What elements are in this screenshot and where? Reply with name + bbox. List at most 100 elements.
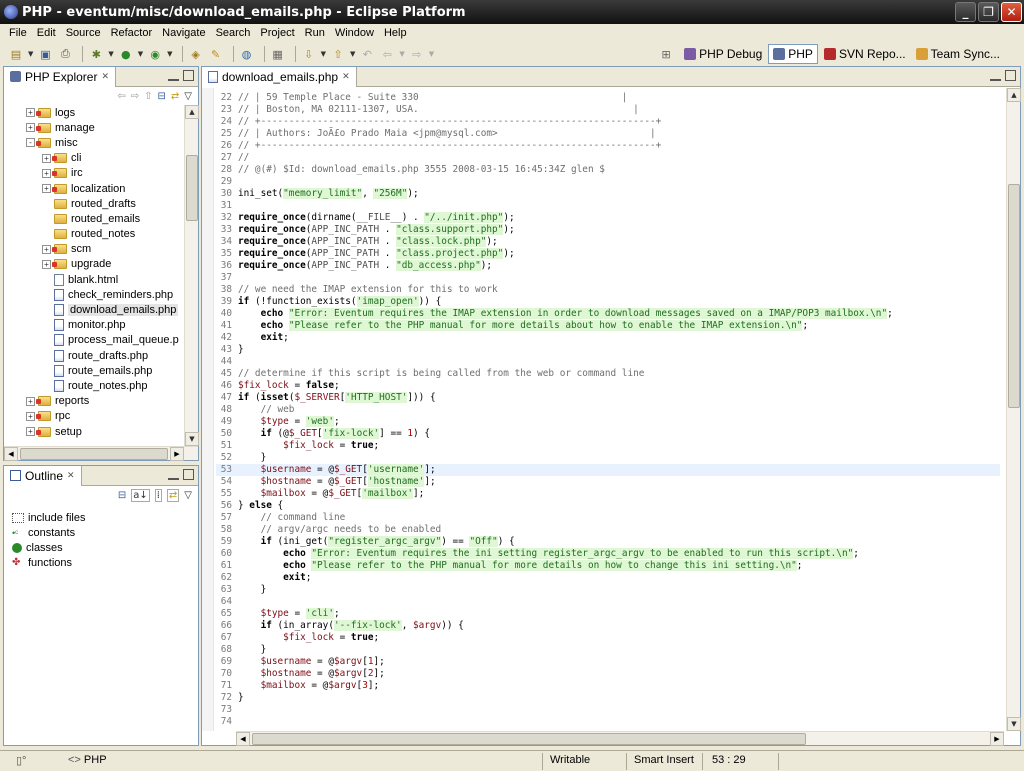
code-line[interactable]: 34 require_once(APP_INC_PATH . "class.loc… [216,236,1000,248]
code-line[interactable]: 29 [216,176,1000,188]
scroll-right-button[interactable]: ▶ [170,447,184,461]
tree-item-scm[interactable]: + scm [4,242,184,257]
menu-source[interactable]: Source [61,27,106,39]
tree-item-process-mail-queue-p[interactable]: process_mail_queue.p [4,333,184,348]
menu-refactor[interactable]: Refactor [106,27,158,39]
outline-item-constants[interactable]: •ᶜ constants [12,525,85,540]
new-icon[interactable]: ▤ [8,46,24,62]
collapse-icon[interactable]: - [26,138,35,148]
outline-item-functions[interactable]: ✤ functions [12,555,85,570]
tree-item-upgrade[interactable]: + upgrade [4,257,184,272]
tree-item-manage[interactable]: + manage [4,120,184,135]
minimize-button[interactable]: _ [955,2,976,22]
expand-icon[interactable]: + [26,123,35,133]
tree-item-rpc[interactable]: + rpc [4,409,184,424]
explorer-vertical-scrollbar[interactable]: ▲ ▼ [184,105,199,446]
code-line[interactable]: 37 [216,272,1000,284]
menu-project[interactable]: Project [255,27,299,39]
tree-item-routed-emails[interactable]: routed_emails [4,211,184,226]
expand-icon[interactable]: + [42,184,51,194]
debug-icon[interactable]: ✱ [88,46,104,62]
perspective-php-debug[interactable]: PHP Debug [680,45,766,63]
editor-vertical-scrollbar[interactable]: ▲ ▼ [1006,88,1021,731]
code-line[interactable]: 35 require_once(APP_INC_PATH . "class.pro… [216,248,1000,260]
view-menu-icon[interactable]: ▽ [184,490,192,501]
scroll-thumb[interactable] [1008,184,1020,408]
code-line[interactable]: 31 [216,200,1000,212]
code-line[interactable]: 51 $fix_lock = true; [216,440,1000,452]
minimize-view-icon[interactable] [168,70,179,81]
view-menu-icon[interactable]: ▽ [184,91,192,102]
menu-search[interactable]: Search [211,27,256,39]
tree-item-blank-html[interactable]: blank.html [4,272,184,287]
minimize-view-icon[interactable] [168,469,179,480]
perspective-team-sync[interactable]: Team Sync... [912,45,1004,63]
code-line[interactable]: 59 if (ini_get("register_argc_argv") == … [216,536,1000,548]
code-line[interactable]: 48 // web [216,404,1000,416]
code-line[interactable]: 66 if (in_array('--fix-lock', $argv)) { [216,620,1000,632]
run-icon[interactable]: ● [118,46,134,62]
expand-icon[interactable]: + [26,411,35,421]
expand-icon[interactable]: + [42,244,51,254]
code-line[interactable]: 40 echo "Error: Eventum requires the IMA… [216,308,1000,320]
toggle-mark-occurrences-icon[interactable]: ▦ [270,46,286,62]
perspective-php[interactable]: PHP [768,44,818,64]
code-line[interactable]: 49 $type = 'web'; [216,416,1000,428]
expand-icon[interactable]: + [42,259,51,269]
tree-item-route-emails-php[interactable]: route_emails.php [4,363,184,378]
scroll-left-button[interactable]: ◀ [4,447,18,461]
scroll-left-button[interactable]: ◀ [236,732,250,746]
expand-icon[interactable]: + [26,108,35,118]
print-icon[interactable]: ⎙ [57,46,73,62]
code-line[interactable]: 25 // | Authors: JoÃ£o Prado Maia <jpm@my… [216,128,1000,140]
last-edit-location-icon[interactable]: ↶ [359,46,375,62]
forward-dropdown-icon[interactable]: ▼ [429,50,434,58]
maximize-button[interactable]: ❐ [978,2,999,22]
up-icon[interactable]: ⇧ [144,91,152,102]
collapse-all-icon[interactable]: ⊟ [118,490,126,501]
forward-icon[interactable]: ⇨ [409,46,425,62]
new-dropdown-icon[interactable]: ▼ [28,50,33,58]
tree-item-misc[interactable]: - misc [4,135,184,150]
close-tab-icon[interactable]: ✕ [342,71,350,82]
code-line[interactable]: 43} [216,344,1000,356]
code-line[interactable]: 72} [216,692,1000,704]
code-line[interactable]: 74 [216,716,1000,727]
run-dropdown-icon[interactable]: ▼ [138,50,143,58]
expand-icon[interactable]: + [42,153,51,163]
tree-item-download-emails-php[interactable]: download_emails.php [4,302,184,317]
code-line[interactable]: 57 // command line [216,512,1000,524]
scroll-thumb[interactable] [20,448,168,460]
previous-annotation-icon[interactable]: ⇧ [330,46,346,62]
link-with-editor-icon[interactable]: ⇄ [171,91,179,102]
code-line[interactable]: 73 [216,704,1000,716]
external-tools-icon[interactable]: ◉ [147,46,163,62]
open-task-icon[interactable]: ✎ [208,46,224,62]
scroll-down-button[interactable]: ▼ [1007,717,1021,731]
tab-php-explorer[interactable]: PHP Explorer ✕ [4,66,117,87]
tree-item-cli[interactable]: + cli [4,151,184,166]
scroll-right-button[interactable]: ▶ [990,732,1004,746]
hide-fields-icon[interactable]: ⁞ [154,488,162,502]
maximize-view-icon[interactable] [183,469,194,480]
code-line[interactable]: 52 } [216,452,1000,464]
open-type-icon[interactable]: ◈ [188,46,204,62]
code-line[interactable]: 36 require_once(APP_INC_PATH . "db_access… [216,260,1000,272]
next-annotation-dropdown-icon[interactable]: ▼ [321,50,326,58]
tree-item-route-drafts-php[interactable]: route_drafts.php [4,348,184,363]
code-area[interactable]: 22 // | 59 Temple Place - Suite 330 | 23 //… [216,92,1000,727]
link-with-editor-icon[interactable]: ⇄ [166,488,180,502]
code-line[interactable]: 42 exit; [216,332,1000,344]
tree-item-route-notes-php[interactable]: route_notes.php [4,378,184,393]
maximize-editor-icon[interactable] [1005,70,1016,81]
back-icon[interactable]: ⇦ [117,91,125,102]
tree-item-routed-drafts[interactable]: routed_drafts [4,196,184,211]
menu-help[interactable]: Help [379,27,412,39]
code-line[interactable]: 22 // | 59 Temple Place - Suite 330 | [216,92,1000,104]
code-line[interactable]: 23 // | Boston, MA 02111-1307, USA. | [216,104,1000,116]
code-line[interactable]: 68 } [216,644,1000,656]
code-line[interactable]: 53 $username = @$_GET['username']; [216,464,1000,476]
perspective-svn-repo[interactable]: SVN Repo... [820,45,910,63]
next-annotation-icon[interactable]: ⇩ [301,46,317,62]
code-line[interactable]: 47 if (isset($_SERVER['HTTP_HOST'])) { [216,392,1000,404]
